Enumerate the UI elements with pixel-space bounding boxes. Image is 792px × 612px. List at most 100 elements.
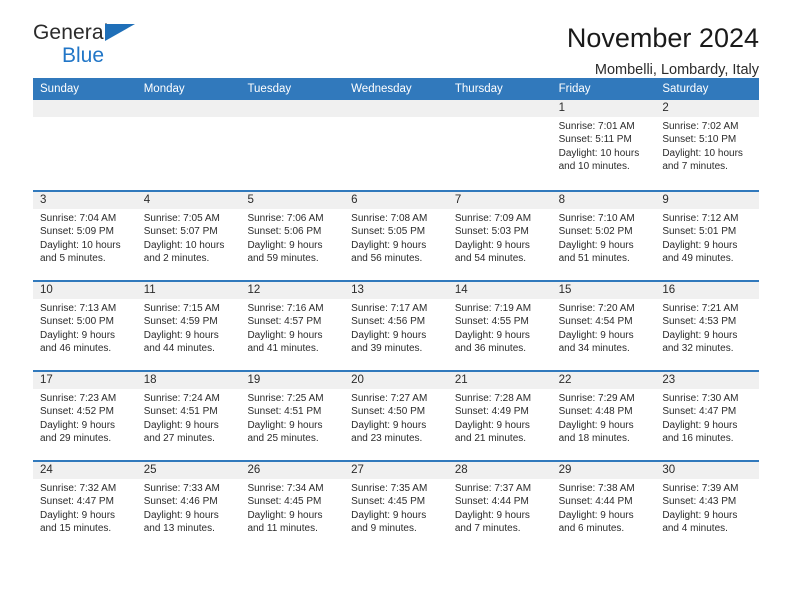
day-number: 22 (551, 372, 656, 389)
calendar-day-cell[interactable]: 4 Sunrise: 7:05 AM Sunset: 5:07 PM Daylight… (136, 192, 241, 280)
daylight-text: Daylight: 9 hours and 59 minutes. (247, 239, 323, 264)
daylight-text: Daylight: 9 hours and 21 minutes. (454, 419, 530, 444)
day-number: 20 (344, 372, 448, 389)
calendar-day-cell[interactable]: 19 Sunrise: 7:25 AM Sunset: 4:51 PM Dayligh… (240, 372, 345, 460)
calendar-day-cell[interactable]: 5 Sunrise: 7:06 AM Sunset: 5:06 PM Daylight… (240, 192, 345, 280)
sunrise-text: Sunrise: 7:32 AM (40, 483, 117, 494)
day-details (448, 117, 552, 120)
daylight-text: Daylight: 9 hours and 4 minutes. (662, 509, 738, 534)
sunset-text: Sunset: 4:51 PM (247, 406, 322, 418)
sunset-text: Sunset: 5:03 PM (454, 226, 529, 238)
calendar-day-cell[interactable]: 26 Sunrise: 7:34 AM Sunset: 4:45 PM Dayligh… (240, 462, 345, 550)
day-details: Sunrise: 7:24 AM Sunset: 4:51 PM Daylight:… (137, 389, 241, 445)
day-details: Sunrise: 7:04 AM Sunset: 5:09 PM Daylight:… (33, 209, 137, 265)
calendar-day-cell[interactable]: 10 Sunrise: 7:13 AM Sunset: 5:00 PM Dayligh… (33, 282, 137, 370)
day-details: Sunrise: 7:28 AM Sunset: 4:49 PM Daylight:… (448, 389, 552, 445)
daylight-text: Daylight: 9 hours and 11 minutes. (247, 509, 323, 534)
sunset-text: Sunset: 5:09 PM (40, 226, 114, 238)
day-details: Sunrise: 7:23 AM Sunset: 4:52 PM Daylight:… (33, 389, 137, 445)
calendar-day-cell[interactable]: 27 Sunrise: 7:35 AM Sunset: 4:45 PM Dayligh… (344, 462, 448, 550)
calendar-day-cell[interactable]: 23 Sunrise: 7:30 AM Sunset: 4:47 PM Dayligh… (655, 372, 760, 460)
calendar-day-cell[interactable]: 12 Sunrise: 7:16 AM Sunset: 4:57 PM Dayligh… (240, 282, 345, 370)
title-block: November 2024 Mombelli, Lombardy, Italy (567, 22, 759, 78)
triangle-flag-icon (105, 24, 135, 41)
sunrise-text: Sunrise: 7:01 AM (558, 121, 635, 132)
sunset-text: Sunset: 4:49 PM (454, 406, 529, 418)
day-details: Sunrise: 7:05 AM Sunset: 5:07 PM Daylight:… (137, 209, 241, 265)
daylight-text: Daylight: 9 hours and 32 minutes. (662, 329, 738, 354)
daylight-text: Daylight: 10 hours and 2 minutes. (143, 239, 225, 264)
page-header: General Blue November 2024 Mombelli, Lom… (33, 0, 759, 78)
page-subtitle: Mombelli, Lombardy, Italy (594, 61, 759, 78)
day-number: 9 (655, 192, 760, 209)
weekday-tuesday: Tuesday (247, 83, 292, 95)
calendar-day-cell[interactable]: 17 Sunrise: 7:23 AM Sunset: 4:52 PM Dayligh… (33, 372, 137, 460)
weekday-monday: Monday (143, 83, 185, 95)
calendar-day-cell[interactable]: 14 Sunrise: 7:19 AM Sunset: 4:55 PM Dayligh… (447, 282, 552, 370)
sunset-text: Sunset: 4:51 PM (143, 406, 218, 418)
calendar-day-cell-empty (344, 100, 448, 190)
calendar-day-cell[interactable]: 3 Sunrise: 7:04 AM Sunset: 5:09 PM Daylight… (33, 192, 137, 280)
calendar-day-cell[interactable]: 18 Sunrise: 7:24 AM Sunset: 4:51 PM Dayligh… (136, 372, 241, 460)
day-number: 16 (655, 282, 760, 299)
sunrise-text: Sunrise: 7:16 AM (247, 303, 324, 314)
daylight-text: Daylight: 9 hours and 15 minutes. (40, 509, 116, 534)
calendar-day-cell[interactable]: 13 Sunrise: 7:17 AM Sunset: 4:56 PM Dayligh… (344, 282, 448, 370)
sunrise-text: Sunrise: 7:10 AM (558, 213, 635, 224)
calendar-day-cell[interactable]: 29 Sunrise: 7:38 AM Sunset: 4:44 PM Dayligh… (551, 462, 656, 550)
calendar-day-cell[interactable]: 16 Sunrise: 7:21 AM Sunset: 4:53 PM Dayligh… (655, 282, 760, 370)
calendar-day-cell[interactable]: 25 Sunrise: 7:33 AM Sunset: 4:46 PM Dayligh… (136, 462, 241, 550)
day-number: 4 (136, 192, 241, 209)
sunrise-text: Sunrise: 7:09 AM (454, 213, 532, 224)
calendar-day-cell[interactable]: 6 Sunrise: 7:08 AM Sunset: 5:05 PM Daylight… (344, 192, 448, 280)
calendar-day-cell[interactable]: 30 Sunrise: 7:39 AM Sunset: 4:43 PM Dayligh… (655, 462, 760, 550)
sunrise-text: Sunrise: 7:05 AM (143, 213, 220, 224)
calendar-day-cell[interactable]: 21 Sunrise: 7:28 AM Sunset: 4:49 PM Dayligh… (447, 372, 552, 460)
sunset-text: Sunset: 4:44 PM (558, 496, 633, 508)
calendar-day-cell[interactable]: 1 Sunrise: 7:01 AM Sunset: 5:11 PM Daylight… (551, 100, 656, 190)
daylight-text: Daylight: 9 hours and 34 minutes. (558, 329, 634, 354)
sunrise-text: Sunrise: 7:28 AM (454, 393, 532, 404)
sunrise-text: Sunrise: 7:24 AM (143, 393, 220, 404)
day-number: 1 (551, 100, 656, 117)
sunset-text: Sunset: 5:01 PM (662, 226, 737, 238)
day-number (136, 100, 241, 117)
calendar-day-cell-empty (240, 100, 345, 190)
day-number: 23 (655, 372, 760, 389)
calendar-day-cell[interactable]: 28 Sunrise: 7:37 AM Sunset: 4:44 PM Dayligh… (447, 462, 552, 550)
brand-logo[interactable]: General Blue (33, 22, 163, 74)
day-number (240, 100, 345, 117)
day-number: 26 (240, 462, 345, 479)
day-details: Sunrise: 7:17 AM Sunset: 4:56 PM Daylight:… (344, 299, 448, 355)
calendar-day-cell[interactable]: 9 Sunrise: 7:12 AM Sunset: 5:01 PM Daylight… (655, 192, 760, 280)
calendar-day-cell[interactable]: 24 Sunrise: 7:32 AM Sunset: 4:47 PM Dayligh… (33, 462, 137, 550)
day-number: 18 (136, 372, 241, 389)
sunrise-text: Sunrise: 7:29 AM (558, 393, 635, 404)
day-details: Sunrise: 7:09 AM Sunset: 5:03 PM Daylight:… (448, 209, 552, 265)
sunset-text: Sunset: 4:55 PM (454, 316, 529, 328)
calendar-day-cell[interactable]: 8 Sunrise: 7:10 AM Sunset: 5:02 PM Daylight… (551, 192, 656, 280)
sunrise-text: Sunrise: 7:19 AM (454, 303, 532, 314)
calendar-grid: Sunday Monday Tuesday Wednesday Thursday… (33, 78, 760, 550)
weekday-header-row: Sunday Monday Tuesday Wednesday Thursday… (33, 78, 759, 100)
sunrise-text: Sunrise: 7:25 AM (247, 393, 324, 404)
sunset-text: Sunset: 5:05 PM (351, 226, 426, 238)
sunrise-text: Sunrise: 7:17 AM (351, 303, 428, 314)
day-number: 21 (447, 372, 552, 389)
daylight-text: Daylight: 9 hours and 25 minutes. (247, 419, 323, 444)
day-details: Sunrise: 7:39 AM Sunset: 4:43 PM Daylight:… (655, 479, 759, 535)
calendar-day-cell[interactable]: 7 Sunrise: 7:09 AM Sunset: 5:03 PM Daylight… (447, 192, 552, 280)
calendar-day-cell[interactable]: 11 Sunrise: 7:15 AM Sunset: 4:59 PM Dayligh… (136, 282, 241, 370)
day-details: Sunrise: 7:30 AM Sunset: 4:47 PM Daylight:… (655, 389, 759, 445)
calendar-day-cell[interactable]: 15 Sunrise: 7:20 AM Sunset: 4:54 PM Dayligh… (551, 282, 656, 370)
sunset-text: Sunset: 5:07 PM (143, 226, 218, 238)
daylight-text: Daylight: 9 hours and 9 minutes. (351, 509, 427, 534)
sunrise-text: Sunrise: 7:27 AM (351, 393, 428, 404)
sunrise-text: Sunrise: 7:39 AM (662, 483, 739, 494)
day-details (33, 117, 137, 120)
calendar-day-cell[interactable]: 2 Sunrise: 7:02 AM Sunset: 5:10 PM Daylight… (655, 100, 760, 190)
calendar-day-cell[interactable]: 22 Sunrise: 7:29 AM Sunset: 4:48 PM Dayligh… (551, 372, 656, 460)
day-details: Sunrise: 7:15 AM Sunset: 4:59 PM Daylight:… (137, 299, 241, 355)
calendar-day-cell[interactable]: 20 Sunrise: 7:27 AM Sunset: 4:50 PM Dayligh… (344, 372, 448, 460)
sunrise-text: Sunrise: 7:30 AM (662, 393, 739, 404)
